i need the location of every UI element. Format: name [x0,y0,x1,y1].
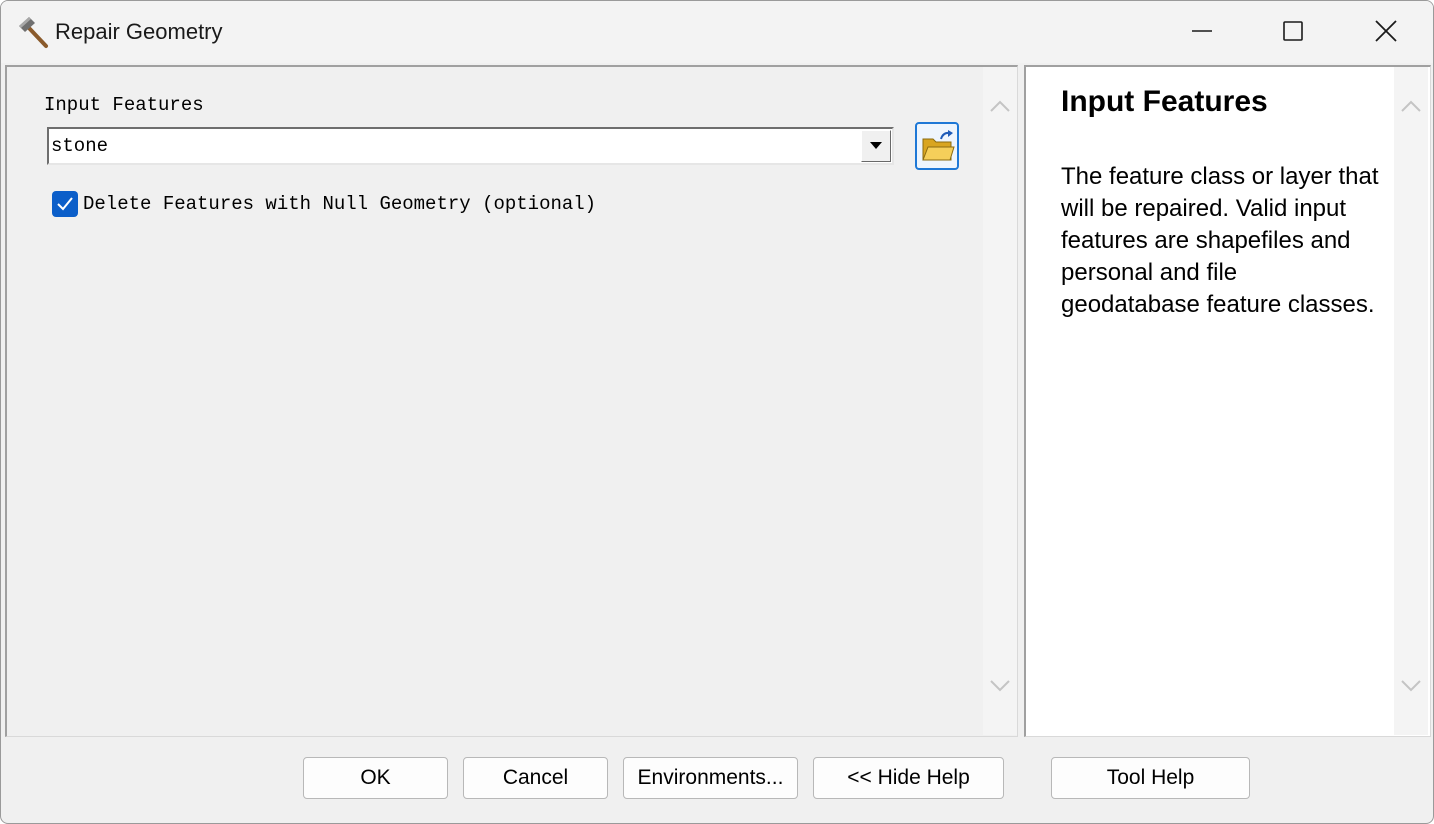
parameters-pane: Input Features stone Delete Features wit… [5,65,1018,737]
minimize-button[interactable] [1156,1,1248,63]
scroll-down-icon[interactable] [1400,679,1422,693]
repair-geometry-dialog: Repair Geometry Input Features stone Del… [0,0,1434,824]
cancel-button[interactable]: Cancel [463,757,608,799]
delete-null-label[interactable]: Delete Features with Null Geometry (opti… [83,193,596,215]
ok-button[interactable]: OK [303,757,448,799]
scroll-down-icon[interactable] [989,679,1011,693]
combobox-dropdown-button[interactable] [861,130,891,162]
help-title: Input Features [1061,85,1268,118]
window-title: Repair Geometry [55,19,223,44]
input-features-combobox[interactable]: stone [47,127,894,165]
maximize-icon [1283,21,1303,41]
close-icon [1375,20,1397,42]
environments-button[interactable]: Environments... [623,757,798,799]
help-description: The feature class or layer that will be … [1061,163,1379,318]
browse-button[interactable] [915,122,959,170]
maximize-button[interactable] [1247,1,1339,63]
help-scrollbar[interactable] [1394,67,1428,735]
close-button[interactable] [1339,1,1431,63]
hammer-icon [17,15,51,49]
open-folder-icon [922,130,955,161]
parameters-scrollbar[interactable] [983,67,1017,735]
chevron-down-icon [870,142,882,149]
scroll-up-icon[interactable] [989,99,1011,113]
minimize-icon [1192,30,1212,32]
hide-help-button[interactable]: << Hide Help [813,757,1004,799]
checkmark-icon [57,197,73,211]
tool-help-button[interactable]: Tool Help [1051,757,1250,799]
title-bar[interactable]: Repair Geometry [1,1,1433,63]
input-features-value[interactable]: stone [51,135,108,157]
input-features-label: Input Features [44,94,204,116]
delete-null-checkbox[interactable] [52,191,78,217]
scroll-up-icon[interactable] [1400,99,1422,113]
help-pane: Input Features The feature class or laye… [1024,65,1431,737]
